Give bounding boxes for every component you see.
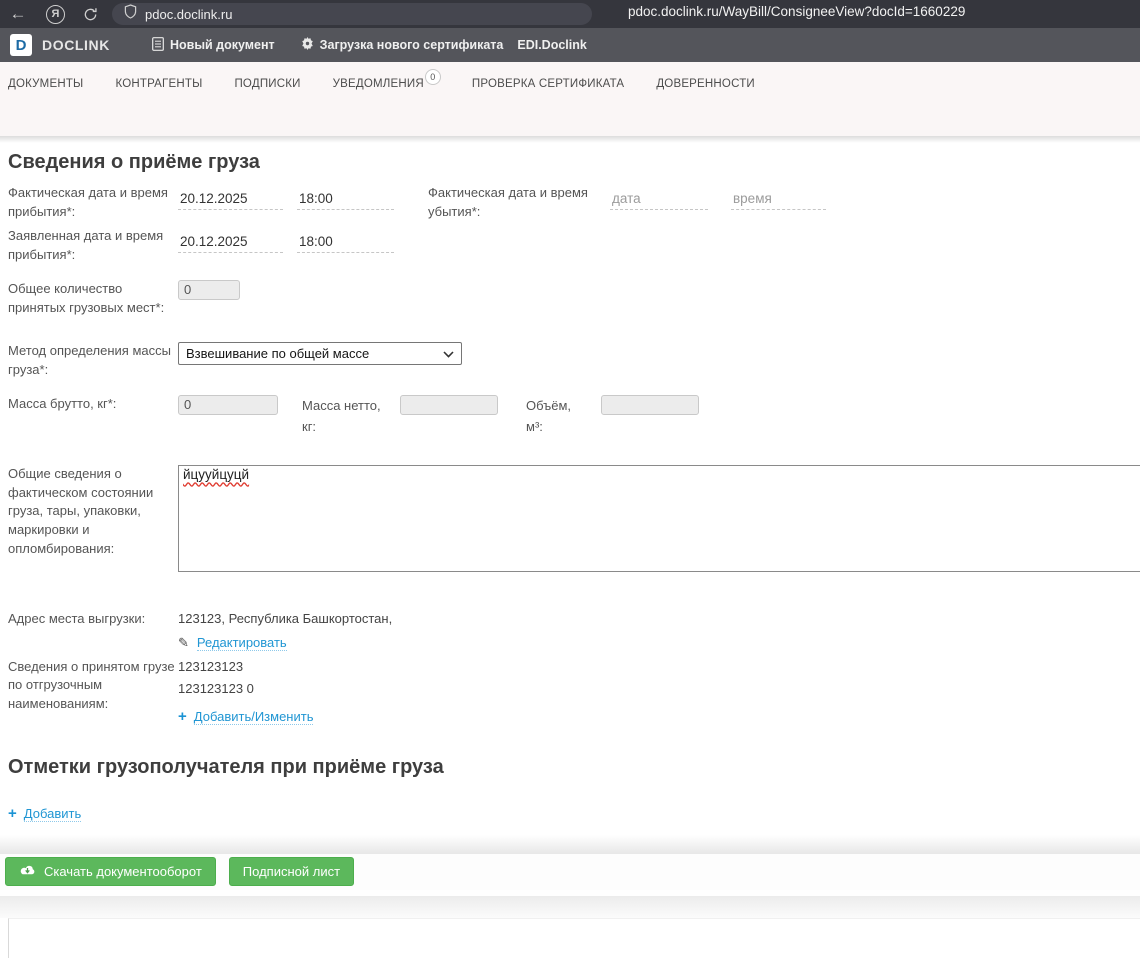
plus-icon: + — [178, 708, 187, 726]
tab-certificate-check[interactable]: ПРОВЕРКА СЕРТИФИКАТА — [472, 78, 624, 90]
label-actual-departure: Фактическая дата и время убытия*: — [428, 185, 588, 219]
actual-arrival-date-input[interactable]: 20.12.2025 — [178, 191, 283, 210]
accepted-cargo-line-1: 123123123 — [178, 658, 244, 674]
accepted-cargo-line-2: 123123123 0 — [178, 681, 254, 697]
nav-shadow-divider — [0, 136, 1140, 143]
menu-new-document[interactable]: Новый документ — [152, 36, 275, 54]
browser-logo-icon[interactable]: Я — [46, 4, 65, 24]
tab-subscriptions[interactable]: ПОДПИСКИ — [234, 78, 300, 90]
main-navigation: ДОКУМЕНТЫ КОНТРАГЕНТЫ ПОДПИСКИ УВЕДОМЛЕН… — [0, 62, 1140, 136]
tab-powers-of-attorney[interactable]: ДОВЕРЕННОСТИ — [656, 78, 755, 90]
declared-arrival-time-input[interactable]: 18:00 — [297, 234, 394, 253]
cloud-download-icon — [19, 864, 36, 879]
volume-input[interactable] — [601, 394, 699, 415]
next-section-panel — [8, 918, 1140, 958]
gross-mass-input[interactable]: 0 — [178, 394, 278, 415]
label-declared-arrival: Заявленная дата и время прибытия*: — [8, 227, 164, 262]
mass-method-selected-value: Взвешивание по общей массе — [186, 346, 370, 362]
add-edit-cargo-link[interactable]: Добавить/Изменить — [193, 709, 314, 725]
menu-upload-certificate[interactable]: Загрузка нового сертификата — [301, 37, 504, 53]
refresh-icon[interactable] — [83, 7, 98, 22]
gear-icon — [301, 37, 314, 53]
browser-toolbar: ← Я pdoc.doclink.ru pdoc.doclink.ru/WayB… — [0, 0, 1140, 28]
chevron-down-icon — [443, 346, 454, 361]
label-volume: Объём, м³: — [526, 397, 572, 434]
plus-icon: + — [8, 805, 17, 823]
menu-edi-doclink-label: EDI.Doclink — [517, 38, 587, 52]
cargo-condition-text: йцууйцуцй — [183, 466, 250, 482]
total-places-input[interactable]: 0 — [178, 280, 240, 301]
label-net-mass: Масса нетто, кг: — [302, 397, 381, 434]
brand-name: DOCLINK — [42, 37, 110, 53]
label-unload-address: Адрес места выгрузки: — [8, 610, 146, 626]
signature-sheet-button[interactable]: Подписной лист — [228, 857, 355, 887]
label-accepted-cargo: Сведения о принятом грузе по отгрузочным… — [8, 658, 175, 712]
add-mark-link[interactable]: Добавить — [23, 806, 82, 822]
label-cargo-condition: Общие сведения о фактическом состоянии г… — [8, 465, 154, 557]
section-divider-bottom — [0, 896, 1140, 919]
app-header: D DOCLINK Новый документ Загрузка нового… — [0, 28, 1140, 62]
mass-method-select[interactable]: Взвешивание по общей массе — [178, 342, 462, 366]
menu-upload-certificate-label: Загрузка нового сертификата — [319, 38, 504, 52]
notifications-count-badge: 0 — [424, 69, 441, 85]
tab-notifications[interactable]: УВЕДОМЛЕНИЯ 0 — [332, 69, 441, 90]
actual-arrival-time-input[interactable]: 18:00 — [297, 191, 394, 210]
declared-arrival-date-input[interactable]: 20.12.2025 — [178, 234, 283, 253]
shield-icon — [124, 4, 137, 24]
label-total-places: Общее количество принятых грузовых мест*… — [8, 281, 165, 316]
menu-edi-doclink[interactable]: EDI.Doclink — [517, 38, 586, 52]
label-actual-arrival: Фактическая дата и время прибытия*: — [8, 185, 168, 219]
label-mass-method: Метод определения массы груза*: — [8, 343, 171, 377]
doclink-logo-icon[interactable]: D — [10, 34, 32, 56]
section-divider-top — [0, 835, 1140, 855]
cargo-condition-textarea[interactable]: йцууйцуцй — [178, 464, 1140, 572]
tab-counterparties[interactable]: КОНТРАГЕНТЫ — [115, 78, 202, 90]
address-bar[interactable]: pdoc.doclink.ru — [112, 3, 592, 25]
signature-sheet-label: Подписной лист — [242, 864, 341, 880]
menu-new-document-label: Новый документ — [169, 38, 275, 52]
edit-address-link[interactable]: Редактировать — [196, 635, 287, 651]
back-icon[interactable]: ← — [8, 4, 28, 24]
document-icon — [152, 36, 164, 54]
label-gross-mass: Масса брутто, кг*: — [8, 395, 117, 411]
unload-address-value: 123123, Республика Башкортостан, — [178, 610, 393, 626]
download-docflow-label: Скачать документооборот — [44, 864, 202, 880]
actual-departure-time-input[interactable]: время — [731, 191, 826, 210]
section-title-consignee-marks: Отметки грузополучателя при приёме груза — [8, 756, 444, 779]
tab-documents[interactable]: ДОКУМЕНТЫ — [8, 78, 83, 90]
section-title-cargo-acceptance: Сведения о приёме груза — [8, 151, 260, 173]
net-mass-input[interactable] — [400, 394, 498, 415]
download-docflow-button[interactable]: Скачать документооборот — [5, 857, 216, 887]
page-url-text: pdoc.doclink.ru/WayBill/ConsigneeView?do… — [628, 4, 966, 19]
actual-departure-date-input[interactable]: дата — [610, 191, 708, 210]
url-domain: pdoc.doclink.ru — [145, 6, 233, 22]
tab-notifications-label: УВЕДОМЛЕНИЯ — [332, 78, 424, 90]
pencil-icon: ✎ — [178, 634, 189, 650]
